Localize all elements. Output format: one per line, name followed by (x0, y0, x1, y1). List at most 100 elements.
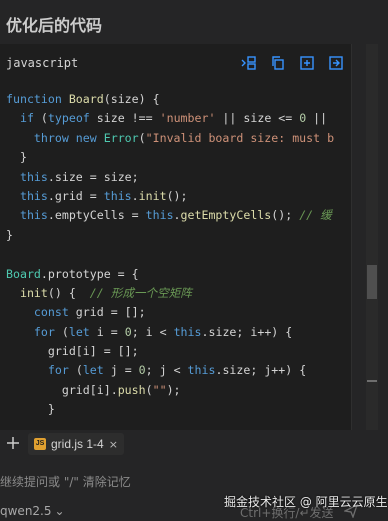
code-token: (size) { (103, 92, 160, 106)
code-token: this (103, 188, 132, 203)
scrollbar-marker (367, 380, 377, 382)
code-token: 0 (138, 363, 146, 378)
code-token: (); (271, 208, 300, 223)
code-line: const grid = []; (6, 303, 351, 322)
code-token: . (131, 188, 139, 203)
code-token: .size; i++) { (201, 324, 293, 339)
code-content: function Board(size) { if (typeof size !… (6, 90, 351, 420)
code-token: ; j < (145, 363, 188, 378)
code-token: ( (145, 382, 153, 397)
code-token: typeof (47, 111, 90, 126)
code-token: .grid = (47, 188, 104, 203)
code-block-header: javascript (0, 44, 351, 82)
code-line: throw new Error("Invalid board size: mus… (6, 129, 351, 148)
code-token: Board (6, 266, 41, 281)
code-token: getEmptyCells (180, 208, 272, 223)
code-token: } (6, 150, 27, 165)
code-token: 0 (124, 324, 132, 339)
code-token: if (19, 111, 34, 126)
code-token: this (19, 169, 48, 184)
code-language-label: javascript (6, 56, 79, 70)
code-token: this (173, 324, 202, 339)
code-token: .size = size; (47, 169, 139, 184)
code-token: () { (47, 285, 90, 300)
code-token: ( (68, 363, 83, 378)
code-line: this.grid = this.init(); (6, 187, 351, 206)
code-line: } (6, 148, 351, 167)
chat-input-panel: JS grid.js 1-4 × 继续提问或 "/" 清除记忆 qwen2.5 … (0, 430, 388, 521)
code-line: function Board(size) { (6, 90, 351, 109)
js-file-icon: JS (34, 438, 46, 450)
code-token: grid[i] = []; (6, 344, 139, 359)
code-token: ); (166, 382, 181, 397)
chat-input[interactable]: 继续提问或 "/" 清除记忆 (0, 473, 131, 490)
code-token: "" (152, 382, 167, 397)
code-token: Board (68, 92, 104, 106)
new-file-icon[interactable] (299, 55, 315, 71)
model-name: qwen2.5 (0, 504, 52, 518)
code-line: init() { // 形成一个空矩阵 (6, 284, 351, 303)
code-token: grid = []; (68, 305, 146, 320)
code-token: size !== (89, 111, 160, 126)
code-token: } (6, 402, 55, 417)
insert-at-cursor-icon[interactable] (241, 55, 257, 71)
code-line: } (6, 400, 351, 419)
scrollbar-thumb[interactable] (367, 265, 377, 299)
code-token: } (6, 227, 13, 242)
plus-icon[interactable] (4, 434, 22, 452)
code-line: grid[i].push(""); (6, 381, 351, 400)
code-token: throw new (33, 130, 104, 145)
code-token: grid[i]. (6, 382, 118, 397)
code-token: push (117, 382, 146, 397)
chevron-down-icon: ⌄ (54, 504, 65, 518)
code-block: javascript function Board(size) { if (ty… (0, 44, 352, 432)
code-token: this (19, 208, 48, 223)
code-line: this.size = size; (6, 168, 351, 187)
attached-file-label: grid.js 1-4 (51, 437, 104, 451)
code-token: || size <= (215, 111, 300, 126)
code-token: init (19, 285, 48, 300)
close-icon[interactable]: × (109, 438, 118, 451)
code-token: this (145, 208, 174, 223)
code-token: "Invalid board size: must b (145, 130, 335, 145)
code-token: .emptyCells = (47, 208, 146, 223)
watermark: 掘金技术社区 @ 阿里云云原生 (224, 495, 388, 509)
code-token: 'number' (159, 111, 216, 126)
code-token: Error (103, 130, 139, 145)
code-token: j = (103, 363, 139, 378)
copy-icon[interactable] (270, 55, 286, 71)
apply-to-file-icon[interactable] (328, 55, 344, 71)
code-token: ( (138, 130, 146, 145)
code-token: .size; j++) { (215, 363, 307, 378)
code-token: this (19, 188, 48, 203)
code-token: // 缓 (299, 208, 332, 223)
code-token: (); (166, 188, 188, 203)
code-token: function (6, 92, 69, 106)
code-token: ( (33, 111, 48, 126)
attached-file-chip[interactable]: JS grid.js 1-4 × (28, 433, 124, 455)
code-token: const (33, 305, 69, 320)
code-token: let (82, 363, 104, 378)
code-token: this (187, 363, 216, 378)
code-token: ( (54, 324, 69, 339)
code-line: } (6, 226, 351, 245)
code-token: i = (89, 324, 125, 339)
code-token: // 形成一个空矩阵 (89, 285, 192, 300)
model-selector[interactable]: qwen2.5 ⌄ (0, 504, 65, 518)
scrollbar-track[interactable] (366, 44, 378, 430)
code-token: .prototype = { (40, 266, 139, 281)
code-line: grid[i] = []; (6, 342, 351, 361)
code-token: for (33, 324, 55, 339)
code-line: this.emptyCells = this.getEmptyCells(); … (6, 206, 351, 225)
code-token: || (306, 111, 328, 126)
